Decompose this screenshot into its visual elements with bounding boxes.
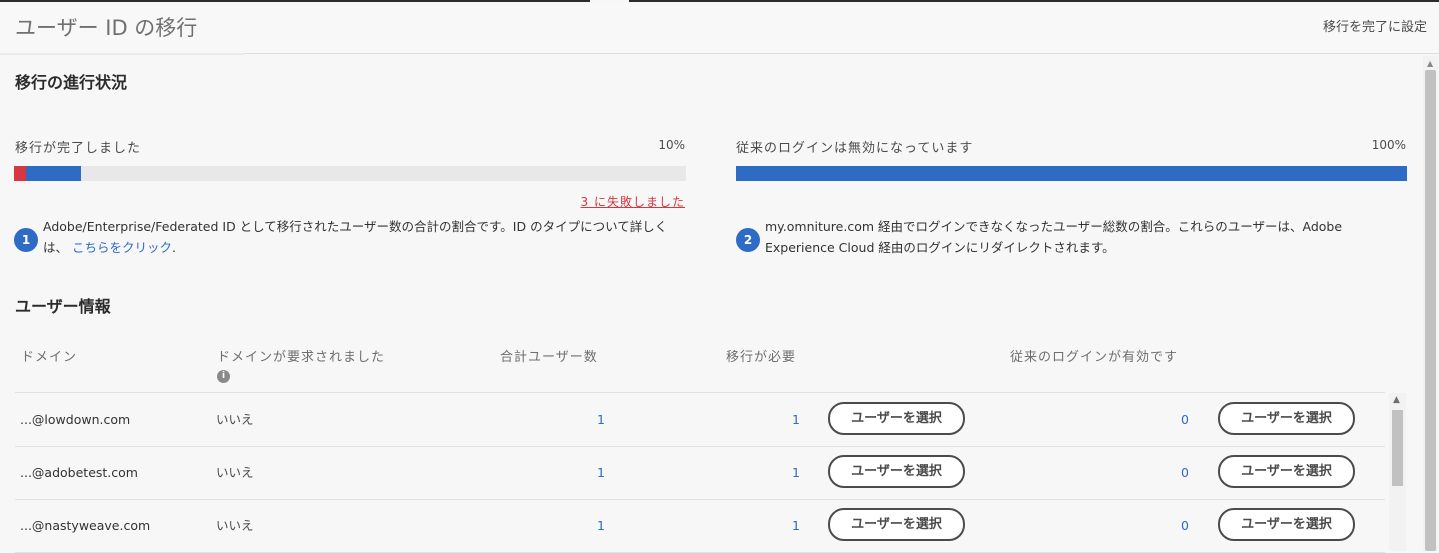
note-number-2-icon: 2: [736, 228, 760, 252]
legacy-note: my.omniture.com 経由でログインできなくなったユーザー総数の割合。…: [765, 219, 1343, 255]
table-scroll-up-icon[interactable]: ▲: [1393, 395, 1400, 405]
domain-cell: ...@nastyweave.com: [20, 518, 151, 533]
col-legacy-enabled: 従来のログインが有効です: [1010, 350, 1179, 365]
legacy-disabled-label: 従来のログインは無効になっています: [736, 141, 974, 156]
claimed-cell: いいえ: [216, 412, 254, 427]
title-underline: [0, 53, 245, 55]
total-users-link[interactable]: 1: [565, 446, 605, 499]
id-types-link[interactable]: こちらをクリック: [72, 240, 172, 255]
table-row: ...@nastyweave.com いいえ 1 1 ユーザーを選択 0 ユーザ…: [15, 499, 1385, 553]
domain-cell: ...@adobetest.com: [20, 465, 138, 480]
legacy-progress-bar: [736, 166, 1407, 181]
legacy-enabled-link[interactable]: 0: [1149, 393, 1189, 446]
col-domain: ドメイン: [21, 350, 78, 365]
legacy-enabled-link[interactable]: 0: [1149, 499, 1189, 552]
table-row: ...@adobetest.com いいえ 1 1 ユーザーを選択 0 ユーザー…: [15, 446, 1385, 500]
claimed-cell: いいえ: [216, 465, 254, 480]
page-title: ユーザー ID の移行: [15, 16, 198, 40]
col-migration-needed: 移行が必要: [726, 350, 797, 365]
migration-complete-fill: [26, 166, 81, 181]
select-users-migration-button[interactable]: ユーザーを選択: [828, 402, 965, 435]
table-scrollbar-thumb[interactable]: [1392, 410, 1403, 486]
migration-needed-link[interactable]: 1: [760, 393, 800, 446]
migration-percent: 10%: [658, 138, 685, 152]
legacy-progress-fill: [736, 166, 1407, 181]
table-scrollbar[interactable]: ▲: [1389, 393, 1406, 551]
legacy-percent: 100%: [1371, 138, 1406, 152]
legacy-enabled-link[interactable]: 0: [1149, 446, 1189, 499]
select-users-legacy-button[interactable]: ユーザーを選択: [1218, 402, 1355, 435]
col-domain-claimed: ドメインが要求されました: [217, 350, 386, 365]
migration-note: Adobe/Enterprise/Federated ID として移行されたユー…: [43, 216, 683, 258]
migration-needed-link[interactable]: 1: [760, 499, 800, 552]
domain-cell: ...@lowdown.com: [20, 412, 131, 427]
claimed-cell: いいえ: [216, 518, 254, 533]
total-users-link[interactable]: 1: [565, 499, 605, 552]
failed-count-link[interactable]: 3 に失敗しました: [560, 193, 685, 210]
table-row: ...@lowdown.com いいえ 1 1 ユーザーを選択 0 ユーザーを選…: [15, 393, 1385, 447]
page-scrollbar-thumb[interactable]: [1425, 70, 1436, 551]
select-users-migration-button[interactable]: ユーザーを選択: [828, 455, 965, 488]
migration-progress-bar: [14, 166, 686, 181]
select-users-legacy-button[interactable]: ユーザーを選択: [1218, 508, 1355, 541]
migration-failed-fill: [14, 166, 26, 181]
scroll-up-icon[interactable]: ▲: [1427, 59, 1433, 68]
migration-needed-link[interactable]: 1: [760, 446, 800, 499]
page-scrollbar[interactable]: ▲: [1423, 56, 1438, 551]
migration-complete-label: 移行が完了しました: [15, 141, 142, 156]
note-number-1-icon: 1: [14, 228, 38, 252]
info-icon[interactable]: i: [217, 370, 230, 383]
col-total-users: 合計ユーザー数: [500, 350, 598, 365]
select-users-legacy-button[interactable]: ユーザーを選択: [1218, 455, 1355, 488]
page-header: ユーザー ID の移行 移行を完了に設定: [0, 2, 1439, 55]
set-migration-complete-link[interactable]: 移行を完了に設定: [1323, 16, 1427, 35]
user-info-heading: ユーザー情報: [15, 297, 111, 316]
migration-note-end: .: [172, 240, 176, 255]
total-users-link[interactable]: 1: [565, 393, 605, 446]
progress-heading: 移行の進行状況: [15, 73, 128, 92]
select-users-migration-button[interactable]: ユーザーを選択: [828, 508, 965, 541]
